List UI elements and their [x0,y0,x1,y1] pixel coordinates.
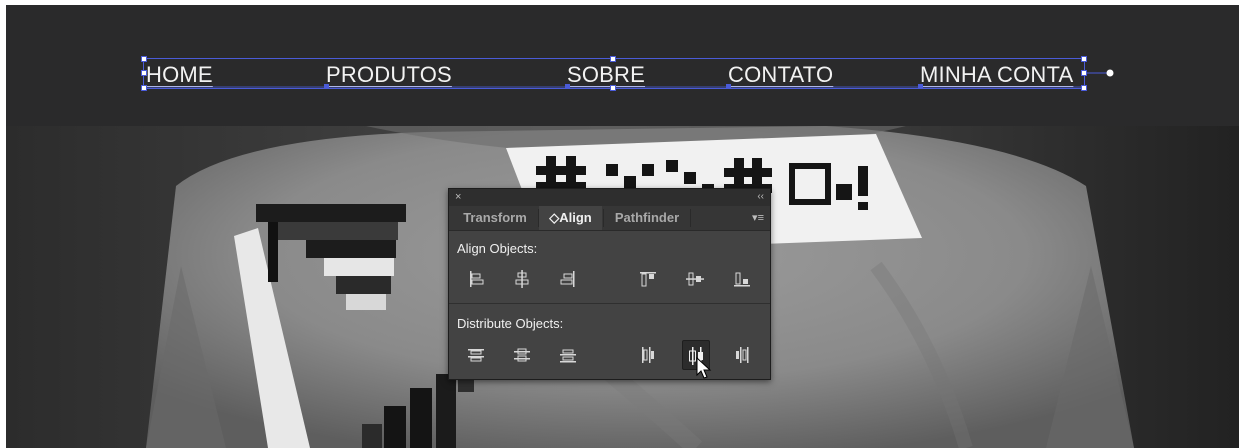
close-icon[interactable]: × [455,191,461,203]
vertical-distribute-bottom-icon[interactable] [555,342,581,368]
align-panel[interactable]: × ‹‹ Transform ◇Align Pathfinder ▾≡ Alig… [448,188,771,380]
tab-align[interactable]: ◇Align [539,206,602,230]
tab-separator [690,209,691,227]
vertical-align-center-icon[interactable] [682,266,708,292]
align-objects-label: Align Objects: [457,241,538,256]
horizontal-align-left-icon[interactable] [463,266,489,292]
panel-tab-strip: Transform ◇Align Pathfinder [449,206,770,231]
nav-item-contato[interactable]: CONTATO [728,60,833,90]
tab-separator [603,209,604,227]
panel-titlebar[interactable]: × ‹‹ [449,189,770,206]
horizontal-align-right-icon[interactable] [555,266,581,292]
vertical-align-bottom-icon[interactable] [729,266,755,292]
tab-transform[interactable]: Transform [453,206,537,230]
nav-item-minha-conta[interactable]: MINHA CONTA [920,60,1073,90]
horizontal-distribute-right-icon[interactable] [729,342,755,368]
collapse-icon[interactable]: ‹‹ [757,191,764,203]
mouse-pointer-icon [696,356,712,381]
panel-menu-icon[interactable]: ▾≡ [752,206,764,230]
horizontal-align-center-icon[interactable] [509,266,535,292]
nav-item-home[interactable]: HOME [146,60,213,90]
vertical-align-top-icon[interactable] [635,266,661,292]
panel-divider [449,303,770,304]
nav-item-produtos[interactable]: PRODUTOS [326,60,452,90]
tab-pathfinder[interactable]: Pathfinder [605,206,689,230]
horizontal-distribute-left-icon[interactable] [635,342,661,368]
nav-item-sobre[interactable]: SOBRE [567,60,645,90]
design-canvas[interactable]: HOME PRODUTOS SOBRE CONTATO MINHA CONTA [0,0,1239,448]
vertical-distribute-center-icon[interactable] [509,342,535,368]
distribute-objects-label: Distribute Objects: [457,316,564,331]
vertical-distribute-top-icon[interactable] [463,342,489,368]
